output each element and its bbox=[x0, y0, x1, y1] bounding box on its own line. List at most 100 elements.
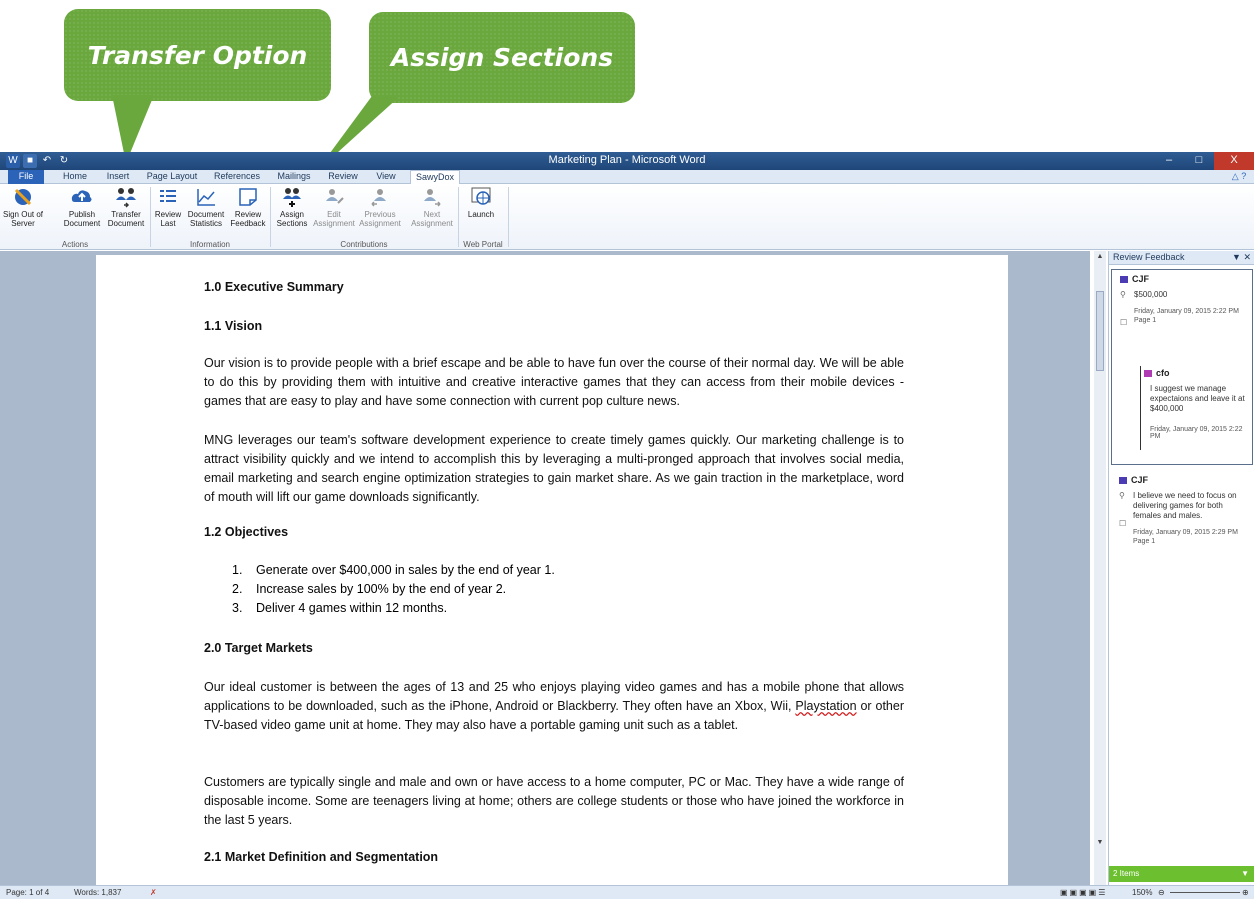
objective-number: 1. bbox=[232, 563, 243, 577]
review-feedback-button[interactable]: Review Feedback bbox=[228, 186, 268, 228]
ribbon-tabs: File Home Insert Page Layout References … bbox=[0, 170, 1254, 185]
screenshot-root: Transfer Option Assign Sections W ■ ↶ ↻ … bbox=[0, 0, 1254, 899]
word-count[interactable]: Words: 1,837 bbox=[74, 886, 121, 899]
tab-mailings[interactable]: Mailings bbox=[272, 170, 316, 184]
sign-out-icon bbox=[14, 188, 32, 206]
zoom-in-icon[interactable]: ⊕ bbox=[1242, 886, 1249, 899]
zoom-slider[interactable] bbox=[1170, 892, 1240, 893]
assign-users-icon bbox=[283, 188, 301, 207]
heading-vision: 1.1 Vision bbox=[204, 319, 263, 333]
previous-assignment-label-2: Assignment bbox=[359, 219, 401, 228]
search-icon[interactable]: ⚲ bbox=[1119, 491, 1125, 500]
heading-market-definition: 2.1 Market Definition and Segmentation bbox=[204, 850, 439, 864]
comment-date: Friday, January 09, 2015 2:29 PM bbox=[1133, 529, 1238, 536]
sign-out-of-server-button[interactable]: Sign Out of Server bbox=[0, 186, 46, 228]
view-buttons-icon[interactable]: ▣▣▣▣☰ bbox=[1060, 886, 1107, 899]
comment-card[interactable]: CJF ⚲ I believe we need to focus on deli… bbox=[1111, 471, 1253, 571]
group-label-information: Information bbox=[189, 240, 231, 249]
previous-assignment-button[interactable]: Previous Assignment bbox=[356, 186, 404, 228]
tab-page-layout[interactable]: Page Layout bbox=[144, 170, 200, 184]
search-icon[interactable]: ⚲ bbox=[1120, 290, 1126, 299]
comment-text: I believe we need to focus on delivering… bbox=[1133, 491, 1237, 520]
window-controls: – □ X bbox=[1154, 152, 1254, 170]
review-last-label-1: Review bbox=[154, 210, 182, 219]
edit-assignment-button[interactable]: Edit Assignment bbox=[312, 186, 356, 228]
document-scrollbar[interactable]: ▲ ▼ bbox=[1094, 251, 1106, 885]
checkbox[interactable]: ☐ bbox=[1120, 318, 1127, 327]
paragraph-customers: Customers are typically single and male … bbox=[204, 775, 904, 827]
zoom-out-icon[interactable]: ⊖ bbox=[1158, 886, 1165, 899]
heading-executive-summary: 1.0 Executive Summary bbox=[204, 280, 344, 294]
transfer-label-1: Transfer bbox=[111, 210, 141, 219]
document-area[interactable]: 1.0 Executive Summary 1.1 Vision Our vis… bbox=[0, 251, 1090, 895]
group-divider bbox=[508, 187, 509, 247]
maximize-button[interactable]: □ bbox=[1184, 152, 1214, 170]
zoom-level[interactable]: 150% bbox=[1132, 886, 1152, 899]
tab-view[interactable]: View bbox=[370, 170, 402, 184]
tab-sawydox[interactable]: SawyDox bbox=[410, 170, 460, 185]
launch-button[interactable]: Launch bbox=[462, 186, 500, 219]
paragraph-vision: Our vision is to provide people with a b… bbox=[204, 356, 904, 408]
comment-author: CJF bbox=[1132, 274, 1150, 284]
objective-number: 2. bbox=[232, 582, 243, 596]
assign-sections-button[interactable]: Assign Sections bbox=[272, 186, 312, 228]
filter-icon[interactable]: ▼ bbox=[1241, 866, 1249, 881]
publish-label-1: Publish bbox=[68, 210, 96, 219]
document-page[interactable]: 1.0 Executive Summary 1.1 Vision Our vis… bbox=[96, 255, 1008, 895]
document-statistics-button[interactable]: Document Statistics bbox=[184, 186, 228, 228]
assign-sections-label-1: Assign bbox=[279, 210, 304, 219]
proofing-icon[interactable]: ✗ bbox=[150, 886, 157, 899]
scroll-up-arrow-icon[interactable]: ▲ bbox=[1095, 253, 1105, 263]
paragraph-mng: MNG leverages our team's software develo… bbox=[204, 433, 904, 504]
tab-review[interactable]: Review bbox=[324, 170, 362, 184]
transfer-document-button[interactable]: Transfer Document bbox=[104, 186, 148, 228]
scroll-down-arrow-icon[interactable]: ▼ bbox=[1095, 839, 1105, 849]
globe-window-icon bbox=[471, 187, 491, 205]
scroll-thumb[interactable] bbox=[1096, 291, 1104, 371]
help-icon[interactable]: △ ? bbox=[1228, 170, 1250, 184]
previous-user-icon bbox=[371, 189, 386, 207]
sign-out-label-2: Server bbox=[11, 219, 35, 228]
tab-references[interactable]: References bbox=[210, 170, 264, 184]
ribbon: Sign Out of Server Publish Document Tran… bbox=[0, 184, 1254, 250]
group-label-web-portal: Web Portal bbox=[463, 240, 503, 249]
checklist-icon bbox=[160, 190, 176, 202]
comment-flag-icon bbox=[1119, 477, 1127, 484]
comment-flag-icon bbox=[1120, 276, 1128, 283]
transfer-users-icon bbox=[116, 188, 136, 208]
page-count[interactable]: Page: 1 of 4 bbox=[6, 886, 49, 899]
pane-close-icon[interactable]: ▼ ✕ bbox=[1232, 251, 1251, 264]
close-button[interactable]: X bbox=[1214, 152, 1254, 170]
review-last-label-2: Last bbox=[160, 219, 176, 228]
reply-date: Friday, January 09, 2015 2:22 PM bbox=[1150, 426, 1243, 440]
reply-flag-icon bbox=[1144, 370, 1152, 377]
note-icon bbox=[239, 188, 257, 206]
reply-divider bbox=[1140, 366, 1141, 450]
doc-stats-label-2: Statistics bbox=[189, 219, 222, 228]
group-divider bbox=[458, 187, 459, 247]
pane-title: Review Feedback bbox=[1113, 252, 1185, 262]
minimize-button[interactable]: – bbox=[1154, 152, 1184, 170]
review-feedback-label-1: Review bbox=[234, 210, 262, 219]
tab-file[interactable]: File bbox=[8, 170, 44, 184]
checkbox[interactable]: ☐ bbox=[1119, 519, 1126, 528]
tab-insert[interactable]: Insert bbox=[100, 170, 136, 184]
tab-home[interactable]: Home bbox=[58, 170, 92, 184]
paragraph-ideal-customer: Our ideal customer is between the ages o… bbox=[204, 678, 904, 735]
comment-page: Page 1 bbox=[1133, 538, 1156, 545]
publish-document-button[interactable]: Publish Document bbox=[60, 186, 104, 228]
items-count: 2 Items bbox=[1113, 869, 1140, 878]
callout-assign-sections: Assign Sections bbox=[369, 12, 635, 103]
pane-header: Review Feedback ▼ ✕ bbox=[1109, 251, 1254, 265]
group-divider bbox=[270, 187, 271, 247]
launch-label: Launch bbox=[467, 210, 495, 219]
comment-text: $500,000 bbox=[1134, 290, 1168, 299]
review-last-button[interactable]: Review Last bbox=[152, 186, 184, 228]
group-label-contributions: Contributions bbox=[340, 240, 388, 249]
heading-target-markets: 2.0 Target Markets bbox=[204, 641, 313, 655]
next-user-icon bbox=[424, 189, 441, 207]
misspelled-word[interactable]: Playstation bbox=[795, 699, 856, 713]
next-assignment-button[interactable]: Next Assignment bbox=[408, 186, 456, 228]
comment-card[interactable]: CJF ⚲ $500,000 Friday, January 09, 2015 … bbox=[1111, 269, 1253, 465]
window-title: Marketing Plan - Microsoft Word bbox=[548, 154, 706, 166]
